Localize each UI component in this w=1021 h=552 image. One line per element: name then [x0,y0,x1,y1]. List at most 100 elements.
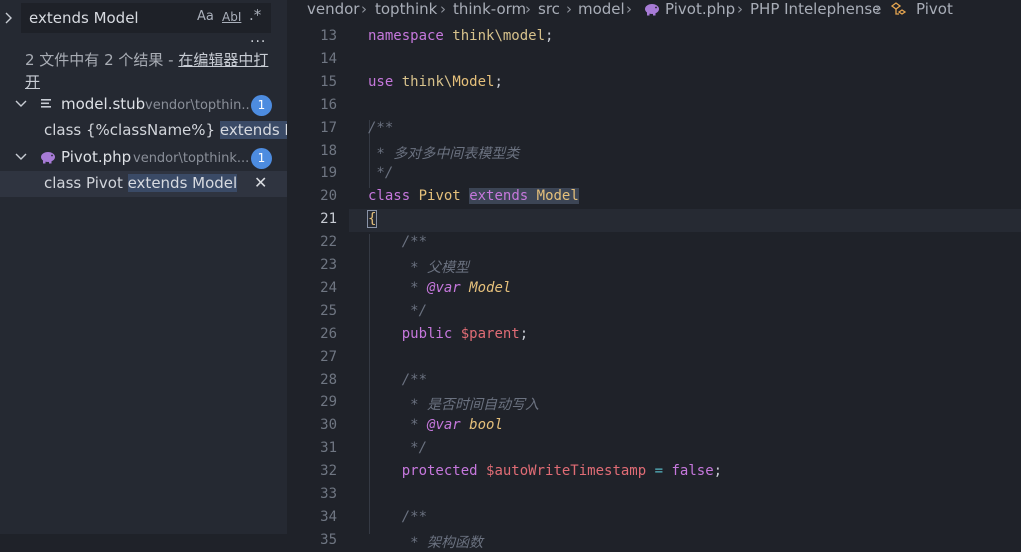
code-token: @var [427,417,461,433]
php-elephant-icon [645,4,659,16]
line-number: 20 [320,188,337,204]
vscode-window: extends Model Aa AbI .* ... 2 文件中有 2 个结果… [0,0,1021,551]
code-line[interactable]: /** [368,509,427,525]
code-token: class [368,188,411,204]
line-number: 23 [320,257,337,273]
code-token: */ [410,440,428,456]
class-symbol-icon [890,2,907,15]
code-token: /** [401,372,428,388]
code-token: /** [368,120,394,136]
code-token [528,188,537,204]
code-line[interactable]: */ [368,303,427,319]
code-line[interactable]: * @var Model [368,280,511,296]
code-line[interactable]: /** [368,372,427,388]
result-count-badge: 1 [251,95,272,116]
code-line[interactable]: */ [368,440,427,456]
result-match-row[interactable]: class Pivot extends Model ✕ [0,171,287,197]
result-match-row[interactable]: class {%className%} extends Mo... [0,118,287,144]
code-token: { [366,210,378,228]
line-number: 30 [320,417,337,433]
code-line[interactable]: class Pivot extends Model [368,188,579,204]
result-file-path: vendor\topthink... [133,151,248,166]
breadcrumb-item[interactable]: vendor [307,0,359,18]
line-number: 17 [320,120,337,136]
breadcrumb-separator: › [626,0,632,18]
regex-toggle[interactable]: .* [249,6,261,24]
code-token: namespace [368,28,444,44]
line-number: 26 [320,326,337,342]
code-token: 架构函数 [427,535,484,551]
line-number: 19 [320,165,337,181]
code-token: * [410,260,428,276]
chevron-down-icon[interactable] [14,97,28,111]
toggle-replace-button[interactable] [3,8,17,28]
breadcrumb-item[interactable]: model [578,0,625,18]
code-token: bool [469,417,503,433]
search-query[interactable]: extends Model [29,9,139,27]
code-token: ; [494,74,503,90]
line-number: 24 [320,280,337,296]
code-line[interactable]: * 架构函数 [368,532,483,552]
dismiss-match-button[interactable]: ✕ [254,173,267,192]
breadcrumb-item[interactable]: Pivot.php [665,0,735,18]
code-token: 父模型 [427,260,470,276]
breadcrumb-separator: › [737,0,743,18]
code-token: false [671,463,714,479]
code-line[interactable]: /** [368,234,427,250]
search-summary: 2 文件中有 2 个结果 - 在编辑器中打开 [25,49,270,93]
code-line[interactable]: * 父模型 [368,257,469,277]
match-case-toggle[interactable]: Aa [197,9,214,24]
code-token: = [654,463,664,479]
chevron-down-icon[interactable] [14,150,28,164]
result-file-path: vendor\topthin... [145,98,250,113]
code-editor[interactable]: vendor › topthink › think-orm › src › mo… [287,0,1021,551]
code-token: $autoWriteTimestamp [486,463,647,479]
breadcrumb-item[interactable]: topthink [375,0,437,18]
match-whole-word-toggle[interactable]: AbI [222,10,241,24]
code-token: use [368,74,394,90]
breadcrumb-item[interactable]: Pivot [916,0,953,18]
code-token: think\ [401,74,453,90]
code-line[interactable]: /** [368,120,393,136]
breadcrumb-separator: › [440,0,446,18]
line-number: 34 [320,509,337,525]
code-token: public [401,326,453,342]
result-count-badge: 1 [251,148,272,169]
code-line[interactable]: { [366,210,378,228]
code-token: /** [401,234,428,250]
code-line[interactable]: * @var bool [368,417,503,433]
line-number: 31 [320,440,337,456]
line-number: 15 [320,74,337,90]
result-file-row[interactable]: model.stub vendor\topthin... 1 [0,92,287,118]
code-line[interactable]: */ [368,165,393,181]
line-number: 22 [320,234,337,250]
line-number: 14 [320,51,337,67]
code-line[interactable]: namespace think\model; [368,28,553,44]
code-token: @var [427,280,461,296]
code-line[interactable]: * 是否时间自动写入 [368,394,539,414]
breadcrumb-item[interactable]: src [538,0,560,18]
results-count-text: 2 文件中有 2 个结果 - [25,51,179,69]
search-input[interactable]: extends Model Aa AbI .* [21,3,271,33]
more-options-button[interactable]: ... [250,30,266,46]
code-token: Pivot [418,188,461,204]
code-token: * [410,280,428,296]
match-context: class {%className%} [44,121,220,139]
breadcrumb-item[interactable]: think-orm [453,0,526,18]
code-line[interactable]: protected $autoWriteTimestamp = false; [368,463,722,479]
code-line[interactable]: use think\Model; [368,74,503,90]
code-line[interactable]: * 多对多中间表模型类 [368,143,519,163]
code-line[interactable]: public $parent; [368,326,528,342]
code-token: */ [368,165,394,181]
result-file-row[interactable]: Pivot.php vendor\topthink... 1 [0,145,287,171]
breadcrumb-item[interactable]: PHP Intelephense [750,0,881,18]
